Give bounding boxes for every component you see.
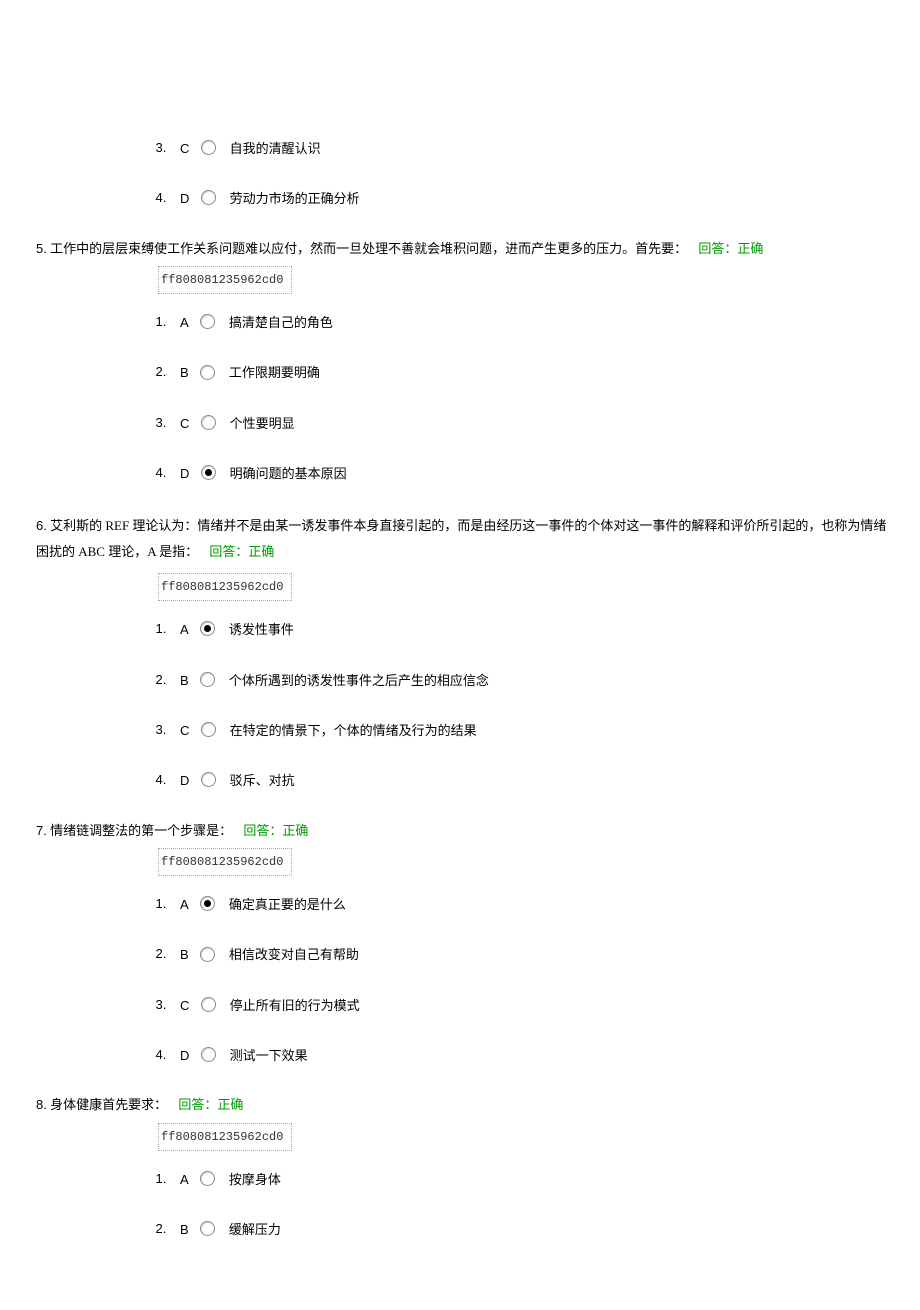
option-letter: B [180,1220,189,1240]
option-letter: A [180,313,189,333]
code-box: ff808081235962cd0 [158,848,292,876]
radio-icon[interactable] [201,465,216,480]
option-letter: B [180,363,189,383]
radio-icon[interactable] [200,1171,215,1186]
option-list-fragment: C 自我的清醒认识 D 劳动力市场的正确分析 [170,138,890,209]
code-box: ff808081235962cd0 [158,573,292,601]
option-letter: C [180,414,189,434]
option-letter: B [180,671,189,691]
option-letter: C [180,996,189,1016]
question-6: 6. 艾利斯的 REF 理论认为：情绪并不是由某一诱发事件本身直接引起的，而是由… [36,513,890,565]
question-5: 5. 工作中的层层束缚使工作关系问题难以应付，然而一旦处理不善就会堆积问题，进而… [36,239,890,259]
option-text: 诱发性事件 [229,622,294,637]
option-letter: A [180,620,189,640]
option-text: 驳斥、对抗 [230,773,295,788]
option-text: 在特定的情景下，个体的情绪及行为的结果 [230,723,477,738]
option-list-q6: A 诱发性事件 B 个体所遇到的诱发性事件之后产生的相应信念 C 在特定的情景下… [170,619,890,790]
list-item: B 缓解压力 [170,1219,890,1239]
answer-status: 回答：正确 [209,544,274,559]
option-list-q7: A 确定真正要的是什么 B 相信改变对自己有帮助 C 停止所有旧的行为模式 D … [170,894,890,1065]
radio-icon[interactable] [201,190,216,205]
option-letter: A [180,895,189,915]
option-text: 测试一下效果 [230,1048,308,1063]
list-item: C 个性要明显 [170,413,890,433]
list-item: D 测试一下效果 [170,1045,890,1065]
option-letter: C [180,721,189,741]
list-item: D 明确问题的基本原因 [170,463,890,483]
option-letter: D [180,464,189,484]
question-7: 7. 情绪链调整法的第一个步骤是： 回答：正确 [36,821,890,841]
option-letter: A [180,1170,189,1190]
option-letter: D [180,1046,189,1066]
question-text: 情绪链调整法的第一个步骤是： [50,823,232,838]
answer-status: 回答：正确 [243,823,308,838]
option-text: 个性要明显 [230,416,295,431]
code-box: ff808081235962cd0 [158,1123,292,1151]
option-text: 按摩身体 [229,1172,281,1187]
radio-icon[interactable] [200,365,215,380]
option-text: 搞清楚自己的角色 [229,315,333,330]
radio-icon[interactable] [200,621,215,636]
radio-icon[interactable] [201,772,216,787]
question-8: 8. 身体健康首先要求： 回答：正确 [36,1095,890,1115]
radio-icon[interactable] [200,314,215,329]
radio-icon[interactable] [200,896,215,911]
option-text: 个体所遇到的诱发性事件之后产生的相应信念 [229,673,489,688]
list-item: B 工作限期要明确 [170,362,890,382]
question-text: 身体健康首先要求： [50,1097,167,1112]
radio-icon[interactable] [200,1221,215,1236]
list-item: A 确定真正要的是什么 [170,894,890,914]
option-text: 自我的清醒认识 [230,141,321,156]
option-letter: B [180,945,189,965]
answer-status: 回答：正确 [698,241,763,256]
option-text: 工作限期要明确 [229,365,320,380]
radio-icon[interactable] [201,140,216,155]
list-item: A 诱发性事件 [170,619,890,639]
list-item: C 在特定的情景下，个体的情绪及行为的结果 [170,720,890,740]
radio-icon[interactable] [200,947,215,962]
radio-icon[interactable] [201,997,216,1012]
option-text: 劳动力市场的正确分析 [230,191,360,206]
option-text: 相信改变对自己有帮助 [229,947,359,962]
list-item: D 驳斥、对抗 [170,770,890,790]
question-number: 8. [36,1097,47,1112]
question-number: 5. [36,241,47,256]
question-number: 6. [36,518,47,533]
question-text: 艾利斯的 REF 理论认为：情绪并不是由某一诱发事件本身直接引起的，而是由经历这… [36,518,886,559]
list-item: B 相信改变对自己有帮助 [170,944,890,964]
option-text: 确定真正要的是什么 [229,897,346,912]
option-letter: D [180,189,189,209]
code-box: ff808081235962cd0 [158,266,292,294]
option-letter: D [180,771,189,791]
list-item: A 按摩身体 [170,1169,890,1189]
list-item: C 自我的清醒认识 [170,138,890,158]
option-list-q5: A 搞清楚自己的角色 B 工作限期要明确 C 个性要明显 D 明确问题的基本原因 [170,312,890,483]
radio-icon[interactable] [201,1047,216,1062]
question-text: 工作中的层层束缚使工作关系问题难以应付，然而一旦处理不善就会堆积问题，进而产生更… [50,241,687,256]
option-text: 明确问题的基本原因 [230,466,347,481]
radio-icon[interactable] [201,415,216,430]
question-number: 7. [36,823,47,838]
answer-status: 回答：正确 [178,1097,243,1112]
option-text: 缓解压力 [229,1222,281,1237]
radio-icon[interactable] [200,672,215,687]
option-text: 停止所有旧的行为模式 [230,998,360,1013]
option-list-q8: A 按摩身体 B 缓解压力 [170,1169,890,1240]
list-item: D 劳动力市场的正确分析 [170,188,890,208]
list-item: C 停止所有旧的行为模式 [170,995,890,1015]
option-letter: C [180,139,189,159]
list-item: B 个体所遇到的诱发性事件之后产生的相应信念 [170,670,890,690]
radio-icon[interactable] [201,722,216,737]
list-item: A 搞清楚自己的角色 [170,312,890,332]
